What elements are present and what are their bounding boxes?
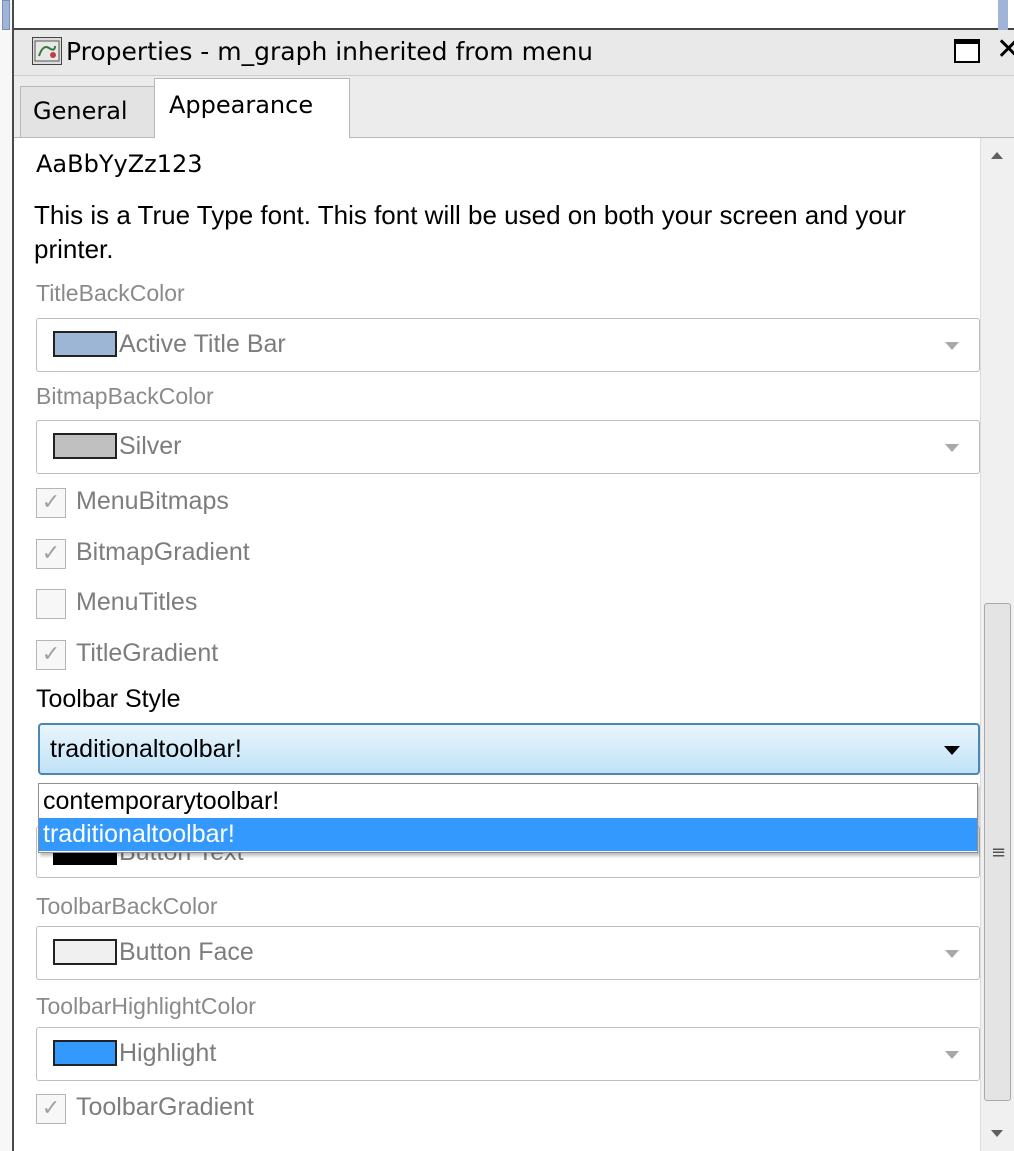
bitmap-back-color-label: BitmapBackColor bbox=[36, 383, 214, 409]
scroll-up-arrow-icon[interactable] bbox=[991, 152, 1003, 159]
checkbox-icon[interactable]: ✓ bbox=[36, 488, 66, 518]
window-title: Properties - m_graph inherited from menu bbox=[66, 37, 594, 66]
parent-window-edge bbox=[0, 0, 14, 1151]
checkbox-label: MenuTitles bbox=[76, 588, 198, 616]
toolbar-highlight-color-value: Highlight bbox=[119, 1039, 217, 1067]
title-back-color-value: Active Title Bar bbox=[119, 330, 286, 358]
tab-appearance[interactable]: Appearance bbox=[154, 78, 350, 139]
bitmap-back-color-dropdown[interactable]: Silver bbox=[36, 420, 980, 474]
toolbar-highlight-color-swatch bbox=[53, 1040, 117, 1066]
grip-icon: ≡ bbox=[991, 842, 1007, 863]
toolbar-style-label: Toolbar Style bbox=[36, 685, 181, 713]
title-back-color-dropdown[interactable]: Active Title Bar bbox=[36, 318, 980, 372]
checkbox-label: MenuBitmaps bbox=[76, 487, 229, 515]
chevron-down-icon bbox=[944, 746, 960, 755]
properties-window-icon bbox=[32, 37, 62, 65]
option-contemporarytoolbar[interactable]: contemporarytoolbar! bbox=[39, 785, 977, 818]
toolbar-highlight-color-label: ToolbarHighlightColor bbox=[36, 993, 256, 1019]
toolbar-highlight-color-dropdown[interactable]: Highlight bbox=[36, 1027, 980, 1081]
toolbar-back-color-dropdown[interactable]: Button Face bbox=[36, 926, 980, 980]
chevron-down-icon bbox=[945, 342, 959, 350]
properties-titlebar: Properties - m_graph inherited from menu… bbox=[14, 30, 1014, 76]
bitmap-back-color-value: Silver bbox=[119, 432, 182, 460]
properties-icon-glyph bbox=[34, 40, 60, 62]
scroll-down-arrow-icon[interactable] bbox=[991, 1130, 1003, 1137]
font-description: This is a True Type font. This font will… bbox=[34, 200, 906, 264]
title-back-color-swatch bbox=[53, 331, 117, 357]
chevron-down-icon bbox=[945, 1051, 959, 1059]
toolbar-style-dropdown[interactable]: traditionaltoolbar! bbox=[38, 723, 980, 775]
font-sample-text: AaBbYyZz123 bbox=[36, 150, 203, 178]
option-traditionaltoolbar[interactable]: traditionaltoolbar! bbox=[39, 818, 977, 851]
checkbox-label: ToolbarGradient bbox=[76, 1093, 254, 1121]
vertical-scrollbar[interactable]: ≡ bbox=[980, 138, 1014, 1151]
checkbox-icon[interactable]: ✓ bbox=[36, 539, 66, 569]
chevron-down-icon bbox=[945, 444, 959, 452]
parent-window-top bbox=[14, 0, 1014, 30]
checkbox-label: BitmapGradient bbox=[76, 538, 250, 566]
appearance-panel: AaBbYyZz123 This is a True Type font. Th… bbox=[14, 138, 980, 1151]
checkbox-icon[interactable]: ✓ bbox=[36, 640, 66, 670]
toolbar-back-color-value: Button Face bbox=[119, 938, 254, 966]
bitmap-back-color-swatch bbox=[53, 433, 117, 459]
close-button[interactable]: ✕ bbox=[996, 32, 1014, 68]
toolbar-style-value: traditionaltoolbar! bbox=[50, 735, 242, 763]
title-back-color-label: TitleBackColor bbox=[36, 280, 185, 306]
checkbox-icon[interactable]: ✓ bbox=[36, 1094, 66, 1124]
tab-bar: General Appearance bbox=[14, 76, 1014, 139]
parent-window-notch bbox=[2, 0, 10, 30]
checkbox-icon[interactable] bbox=[36, 589, 66, 619]
toolbar-style-options-list: contemporarytoolbar! traditionaltoolbar! bbox=[38, 783, 978, 853]
scrollbar-thumb[interactable]: ≡ bbox=[984, 603, 1011, 1101]
maximize-button[interactable] bbox=[954, 39, 980, 63]
chevron-down-icon bbox=[945, 950, 959, 958]
tab-general[interactable]: General bbox=[20, 86, 156, 137]
toolbar-back-color-label: ToolbarBackColor bbox=[36, 893, 218, 919]
toolbar-back-color-swatch bbox=[53, 939, 117, 965]
parent-window-accent bbox=[998, 0, 1008, 30]
checkbox-label: TitleGradient bbox=[76, 639, 219, 667]
